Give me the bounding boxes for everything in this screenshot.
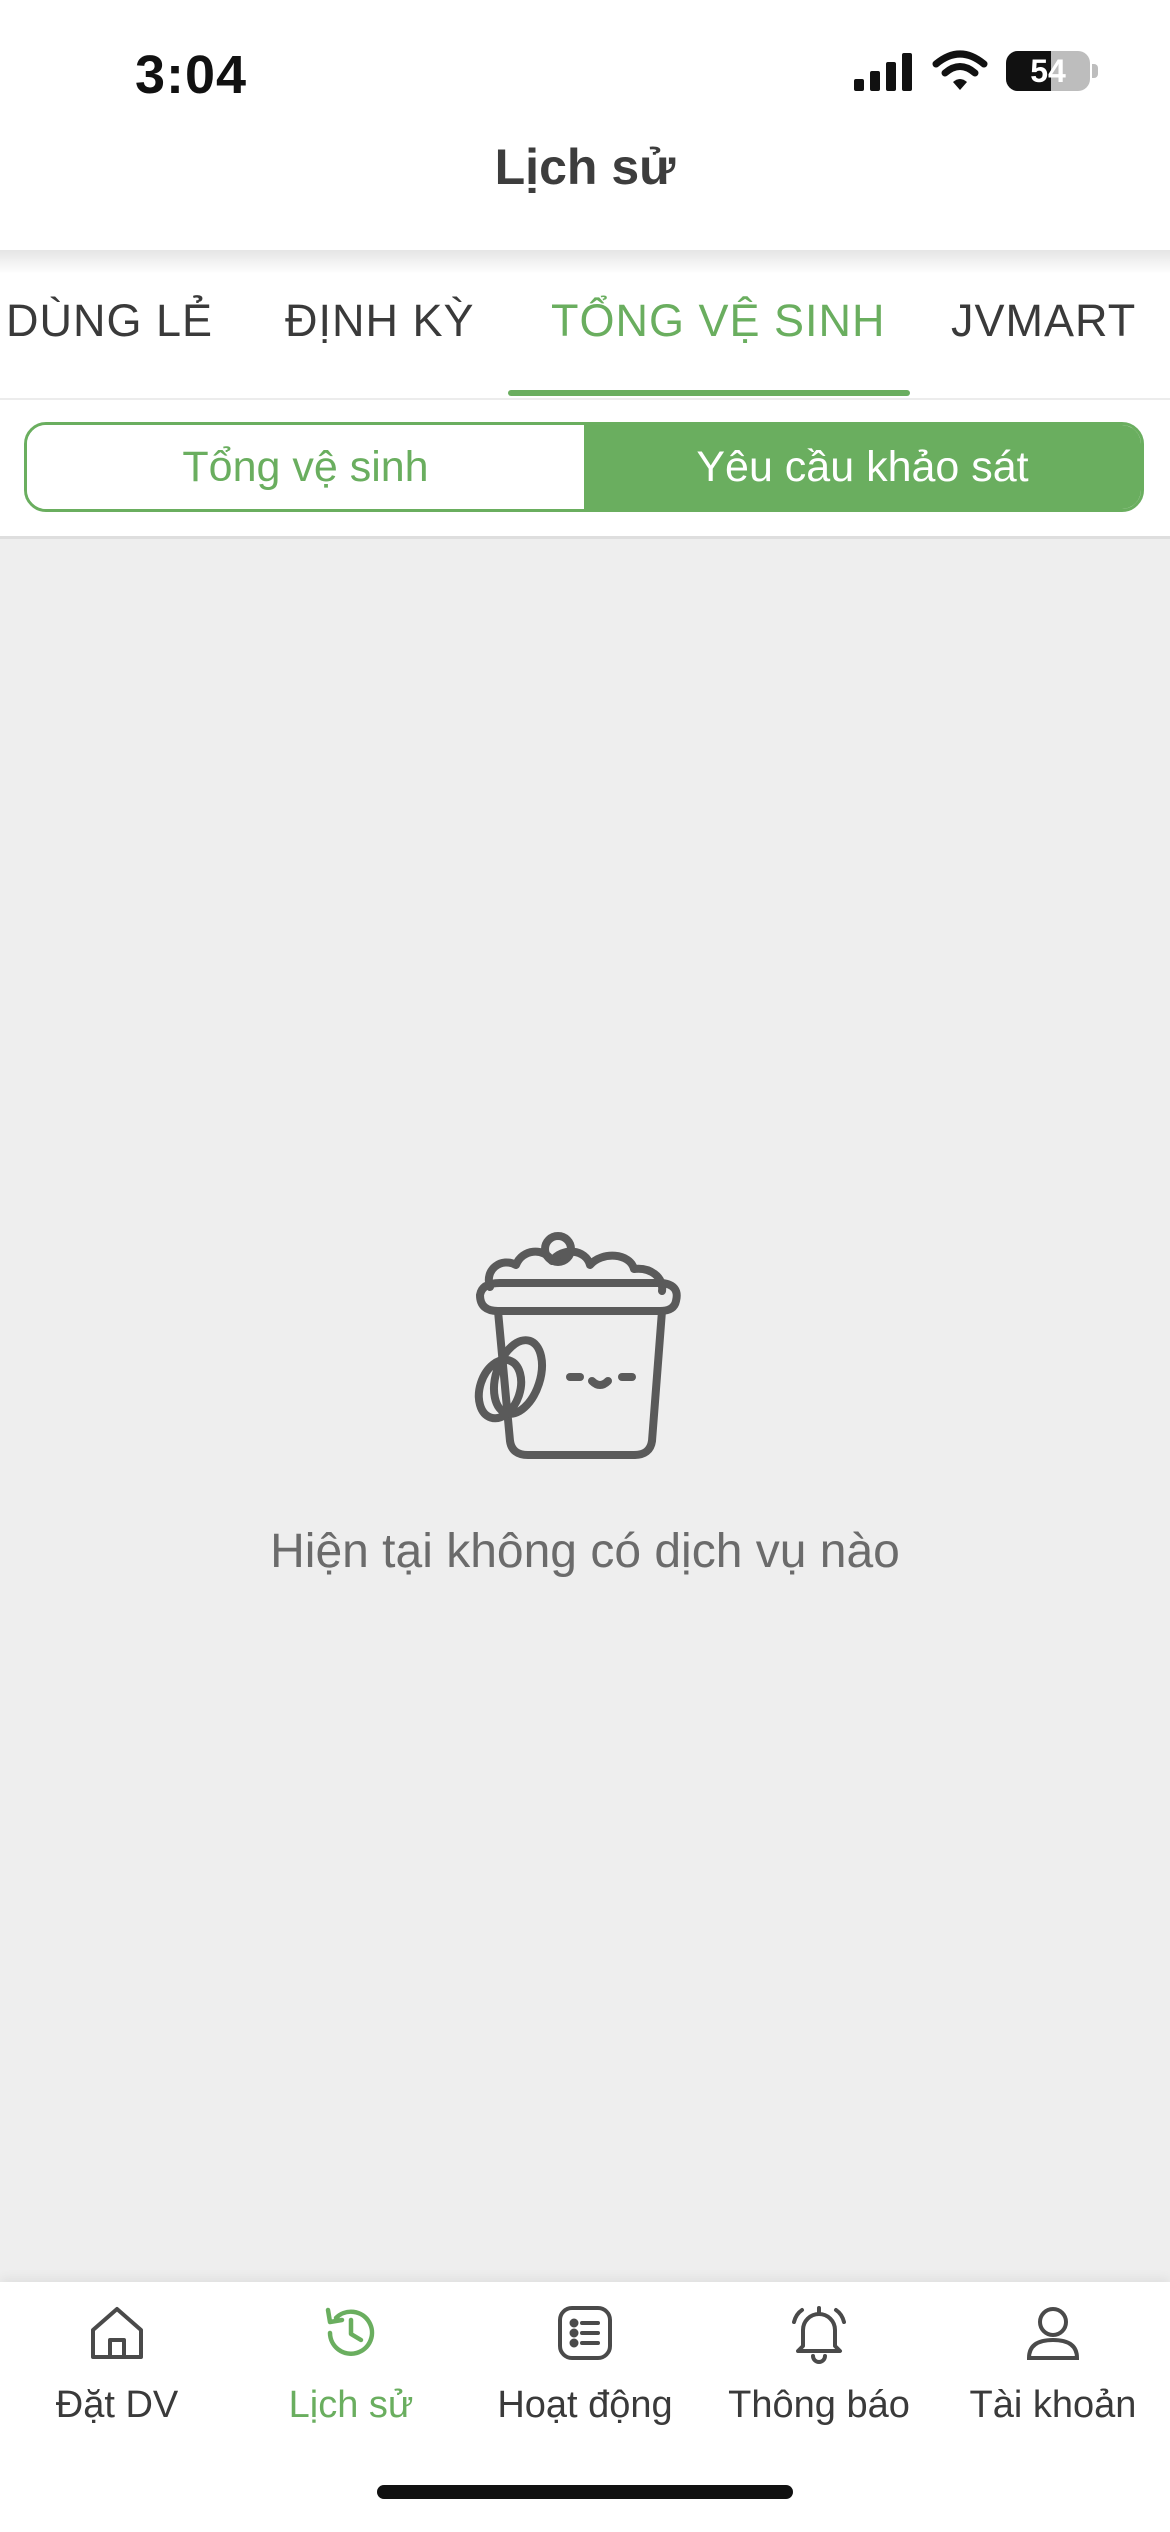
nav-lich-su[interactable]: Lịch sử: [234, 2300, 468, 2427]
segment-tong-ve-sinh[interactable]: Tổng vệ sinh: [27, 425, 584, 509]
nav-label: Đặt DV: [55, 2384, 179, 2426]
battery-level: 54: [1030, 52, 1066, 89]
page-title: Lịch sử: [494, 139, 676, 195]
active-tab-indicator: [508, 390, 910, 396]
list-icon: [558, 2306, 612, 2360]
user-icon: [1026, 2307, 1080, 2360]
status-time: 3:04: [135, 45, 248, 105]
nav-label: Hoạt động: [497, 2384, 673, 2426]
home-icon: [91, 2307, 143, 2359]
bucket-icon: [474, 1232, 681, 1459]
home-indicator: [377, 2485, 793, 2499]
battery-tip: [1092, 64, 1098, 78]
nav-label: Tài khoản: [969, 2384, 1137, 2426]
nav-label: Lịch sử: [288, 2384, 414, 2426]
bell-icon: [792, 2306, 846, 2364]
history-icon: [325, 2307, 375, 2356]
status-icons: 54: [852, 50, 1098, 92]
tab-jvmart[interactable]: JVMART: [951, 295, 1136, 347]
header-shadow: [0, 250, 1170, 274]
content-area[interactable]: Hiện tại không có dịch vụ nào: [0, 539, 1170, 2282]
empty-state-message: Hiện tại không có dịch vụ nào: [270, 1525, 900, 1578]
tab-dung-le[interactable]: DÙNG LẺ: [6, 295, 213, 347]
nav-thong-bao[interactable]: Thông báo: [702, 2300, 936, 2427]
nav-label: Thông báo: [728, 2384, 910, 2426]
tab-tong-ve-sinh[interactable]: TỔNG VỆ SINH: [551, 295, 886, 347]
wifi-icon: [932, 50, 988, 90]
segment-yeu-cau-khao-sat[interactable]: Yêu cầu khảo sát: [584, 425, 1141, 509]
nav-hoat-dong[interactable]: Hoạt động: [468, 2300, 702, 2427]
status-bar: 3:04 54: [0, 0, 1170, 140]
segmented-control: Tổng vệ sinh Yêu cầu khảo sát: [24, 422, 1144, 512]
battery-indicator: 54: [1006, 51, 1090, 91]
nav-tai-khoan[interactable]: Tài khoản: [936, 2300, 1170, 2427]
nav-dat-dv[interactable]: Đặt DV: [0, 2300, 234, 2427]
tab-dinh-ky[interactable]: ĐỊNH KỲ: [285, 295, 475, 347]
cellular-signal-icon: [854, 53, 912, 91]
